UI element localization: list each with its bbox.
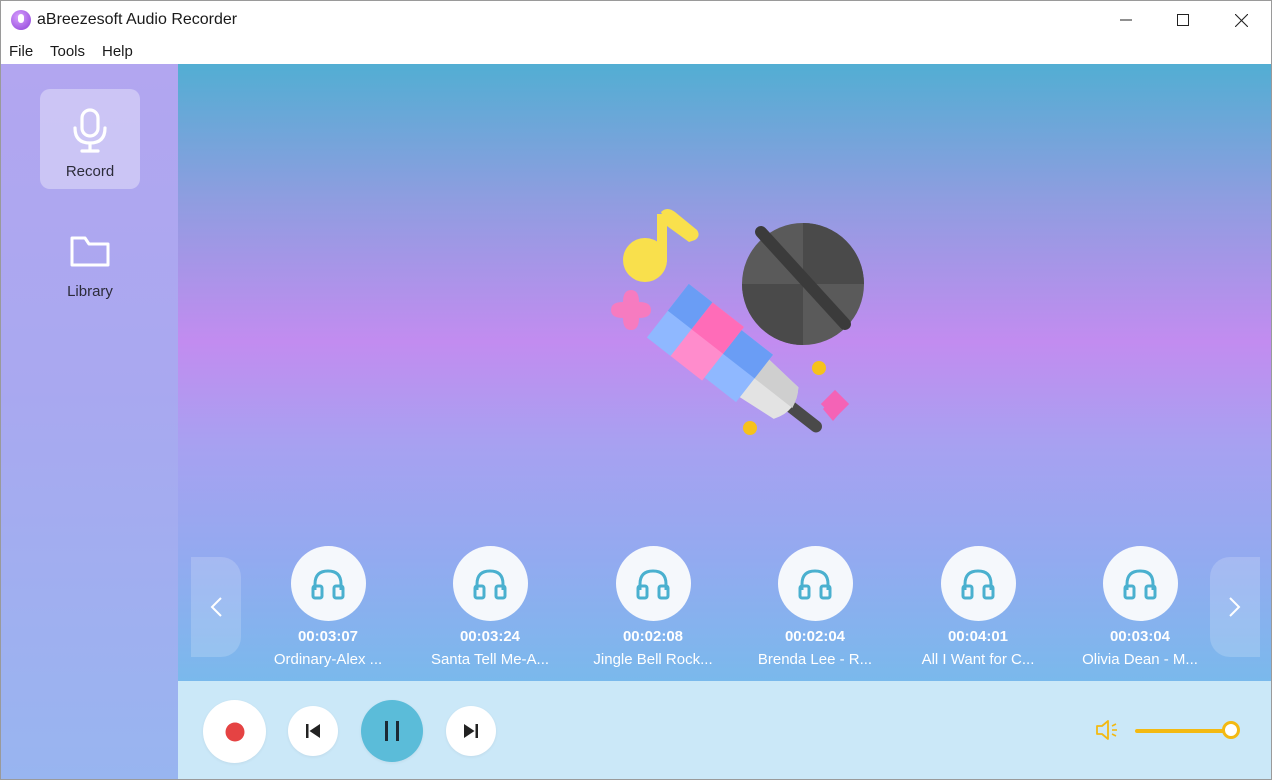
close-button[interactable]	[1212, 1, 1270, 39]
main-panel: 00:03:07 Ordinary-Alex ... 00:03:24 Sant…	[178, 64, 1271, 681]
minimize-button[interactable]	[1097, 1, 1155, 39]
headphones-icon	[452, 546, 528, 621]
menu-tools[interactable]: Tools	[50, 43, 85, 60]
recording-name: Olivia Dean - M...	[1082, 651, 1198, 668]
record-button[interactable]	[203, 700, 266, 763]
menu-help[interactable]: Help	[102, 43, 133, 60]
menu-file[interactable]: File	[9, 43, 33, 60]
recording-item[interactable]: 00:04:01 All I Want for C...	[908, 546, 1048, 668]
close-icon	[1234, 13, 1248, 27]
pause-button[interactable]	[361, 700, 423, 762]
recording-item[interactable]: 00:02:04 Brenda Lee - R...	[745, 546, 885, 668]
skip-previous-icon	[306, 724, 320, 738]
recording-name: Santa Tell Me-A...	[430, 651, 550, 668]
recording-item[interactable]: 00:03:07 Ordinary-Alex ...	[258, 546, 398, 668]
microphone-illustration	[611, 209, 864, 435]
menu-bar: File Tools Help	[1, 39, 1271, 64]
folder-icon	[69, 227, 111, 275]
maximize-icon	[1177, 14, 1189, 26]
mic-head	[742, 223, 864, 345]
headphones-icon	[777, 546, 853, 621]
recording-duration: 00:02:08	[622, 628, 684, 645]
volume-slider-fill	[1135, 729, 1231, 733]
sidebar-item-label: Record	[65, 163, 115, 180]
volume-slider[interactable]	[1135, 721, 1240, 739]
chevron-right-icon	[1229, 597, 1241, 617]
recording-item[interactable]: 00:02:08 Jingle Bell Rock...	[583, 546, 723, 668]
next-button[interactable]	[446, 706, 496, 756]
app-window: aBreezesoft Audio Recorder File Tools He…	[0, 0, 1272, 780]
window-title: aBreezesoft Audio Recorder	[37, 11, 238, 28]
headphones-icon	[1102, 546, 1178, 621]
sidebar-item-label: Library	[67, 283, 113, 300]
title-bar: aBreezesoft Audio Recorder	[1, 1, 1271, 39]
sidebar: Record Library	[1, 64, 178, 779]
maximize-button[interactable]	[1154, 1, 1212, 39]
volume-icon[interactable]	[1095, 719, 1121, 741]
headphones-icon	[290, 546, 366, 621]
recording-duration: 00:04:01	[947, 628, 1009, 645]
recording-duration: 00:03:24	[459, 628, 521, 645]
recording-duration: 00:03:04	[1109, 628, 1171, 645]
sidebar-item-library[interactable]: Library	[40, 209, 140, 309]
recording-name: Brenda Lee - R...	[757, 651, 873, 668]
minimize-icon	[1120, 19, 1132, 21]
carousel-prev-button[interactable]	[191, 557, 241, 657]
chevron-left-icon	[210, 597, 222, 617]
recording-item[interactable]: 00:03:24 Santa Tell Me-A...	[420, 546, 560, 668]
app-logo-icon	[11, 10, 31, 30]
volume-slider-thumb[interactable]	[1221, 721, 1240, 739]
recording-duration: 00:03:07	[297, 628, 359, 645]
headphones-icon	[940, 546, 1016, 621]
recording-name: Jingle Bell Rock...	[593, 651, 713, 668]
record-icon	[225, 722, 244, 741]
player-bar	[178, 681, 1271, 779]
recording-item[interactable]: 00:03:04 Olivia Dean - M...	[1070, 546, 1210, 668]
microphone-icon	[70, 107, 110, 155]
previous-button[interactable]	[288, 706, 338, 756]
recording-name: Ordinary-Alex ...	[273, 651, 383, 668]
skip-next-icon	[464, 724, 478, 738]
headphones-icon	[615, 546, 691, 621]
sidebar-item-record[interactable]: Record	[40, 89, 140, 189]
recording-name: All I Want for C...	[921, 651, 1035, 668]
carousel-next-button[interactable]	[1210, 557, 1260, 657]
music-note-icon	[623, 209, 699, 282]
pause-icon	[385, 721, 399, 741]
recording-duration: 00:02:04	[784, 628, 846, 645]
